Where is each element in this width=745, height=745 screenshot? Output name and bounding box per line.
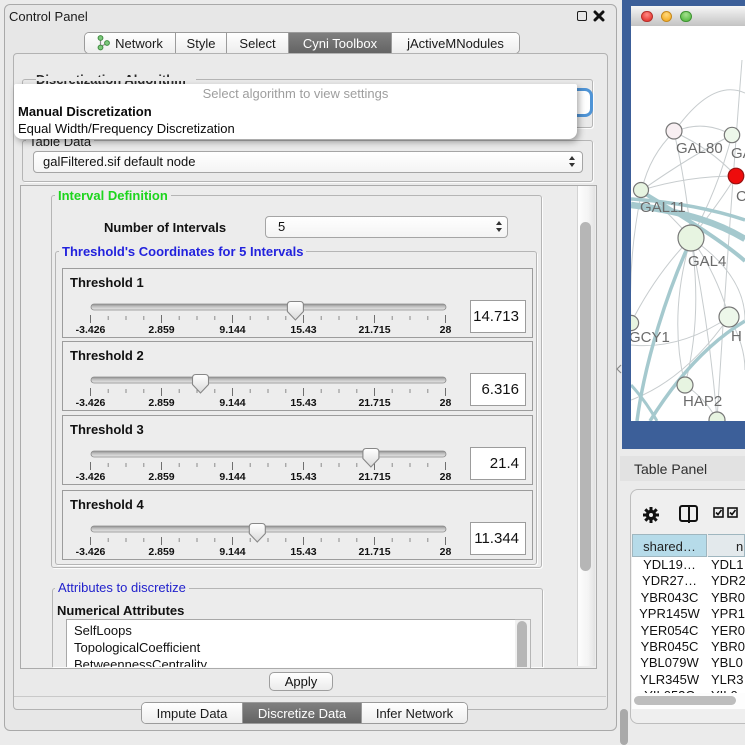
svg-text:15.43: 15.43	[290, 546, 316, 558]
svg-text:GCY1: GCY1	[631, 329, 670, 346]
svg-text:2.859: 2.859	[148, 546, 174, 558]
svg-text:28: 28	[440, 546, 452, 558]
svg-text:-3.426: -3.426	[76, 324, 106, 336]
svg-text:GAL80: GAL80	[676, 140, 723, 157]
svg-text:2.859: 2.859	[148, 471, 174, 483]
svg-text:H: H	[731, 328, 742, 345]
svg-text:GAL4: GAL4	[688, 253, 726, 270]
svg-text:9.144: 9.144	[219, 471, 245, 483]
svg-text:2.859: 2.859	[148, 397, 174, 409]
svg-text:21.715: 21.715	[358, 397, 390, 409]
svg-text:C: C	[736, 188, 745, 205]
svg-text:9.144: 9.144	[219, 546, 245, 558]
svg-text:-3.426: -3.426	[76, 397, 106, 409]
svg-text:9.144: 9.144	[219, 324, 245, 336]
svg-text:GA: GA	[731, 145, 745, 162]
svg-text:-3.426: -3.426	[76, 546, 106, 558]
svg-text:HAP2: HAP2	[683, 393, 722, 410]
svg-text:2.859: 2.859	[148, 324, 174, 336]
svg-text:21.715: 21.715	[358, 324, 390, 336]
svg-text:15.43: 15.43	[290, 324, 316, 336]
svg-text:15.43: 15.43	[290, 471, 316, 483]
svg-text:-3.426: -3.426	[76, 471, 106, 483]
svg-text:28: 28	[440, 471, 452, 483]
svg-text:21.715: 21.715	[358, 471, 390, 483]
svg-text:GAL11: GAL11	[640, 199, 686, 216]
svg-text:28: 28	[440, 324, 452, 336]
svg-text:9.144: 9.144	[219, 397, 245, 409]
svg-text:21.715: 21.715	[358, 546, 390, 558]
svg-text:15.43: 15.43	[290, 397, 316, 409]
svg-text:28: 28	[440, 397, 452, 409]
